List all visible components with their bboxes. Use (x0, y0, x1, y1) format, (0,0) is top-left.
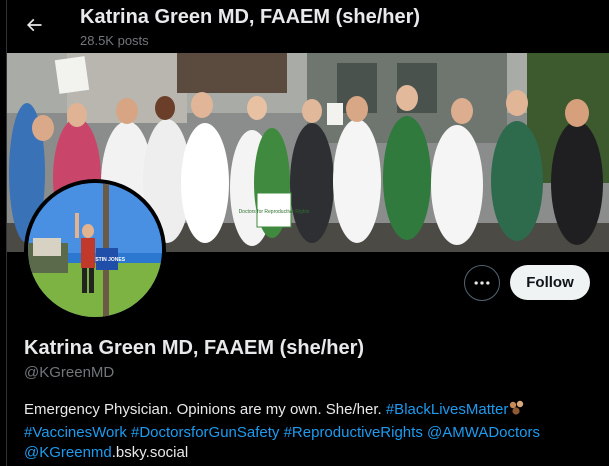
header-title: Katrina Green MD, FAAEM (she/her) (80, 6, 421, 28)
raised-fist-emoji-icon (508, 399, 526, 423)
hashtag-link-blm[interactable]: #BlackLivesMatter (386, 401, 509, 418)
post-count: 28.5K posts (80, 33, 149, 48)
hashtag-link-reproductive-rights[interactable]: #ReproductiveRights (284, 424, 423, 441)
arrow-left-icon (26, 18, 42, 32)
avatar[interactable]: JUSTIN JONES (24, 179, 166, 321)
more-horizontal-icon (474, 281, 490, 285)
user-handle: @KGreenMD (24, 364, 115, 381)
more-options-button[interactable] (464, 265, 500, 301)
follow-button[interactable]: Follow (510, 265, 590, 300)
top-bar: Katrina Green MD, FAAEM (she/her) 28.5K … (7, 0, 609, 53)
bio-text: Emergency Physician. Opinions are my own… (24, 401, 382, 418)
display-name: Katrina Green MD, FAAEM (she/her) (24, 337, 365, 359)
profile-bio: Emergency Physician. Opinions are my own… (24, 399, 594, 463)
banner-sign: Doctors for Reproductive Rights (239, 209, 310, 215)
avatar-photo: JUSTIN JONES (28, 183, 162, 317)
back-button[interactable] (19, 10, 49, 40)
profile-page: Katrina Green MD, FAAEM (she/her) 28.5K … (6, 0, 609, 466)
mention-link-bsky[interactable]: @KGreenmd (24, 444, 112, 461)
hashtag-link-vaccines[interactable]: #VaccinesWork (24, 424, 127, 441)
bsky-suffix: .bsky.social (111, 444, 189, 461)
mention-link-amwa[interactable]: @AMWADoctors (427, 424, 540, 441)
hashtag-link-gun-safety[interactable]: #DoctorsforGunSafety (131, 424, 279, 441)
